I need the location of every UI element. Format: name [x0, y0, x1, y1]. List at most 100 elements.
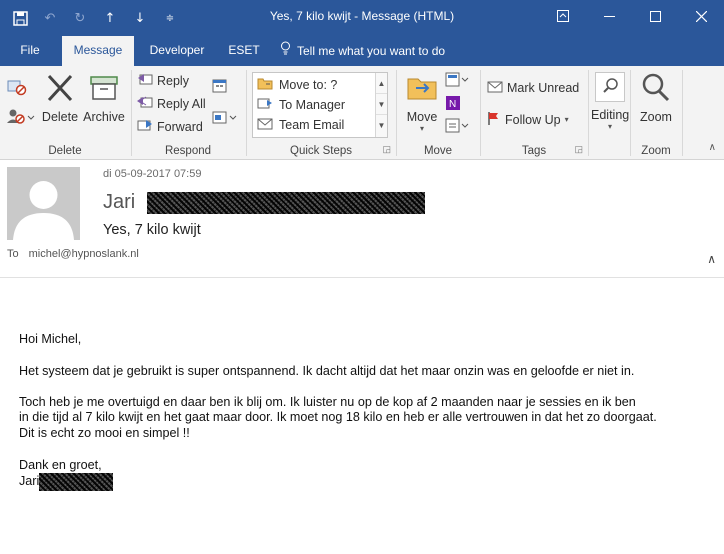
- quick-step-team-email[interactable]: Team Email: [257, 115, 344, 135]
- delete-group-label: Delete: [48, 145, 82, 157]
- editing-label: Editing: [591, 108, 630, 122]
- message-header: di 05-09-2017 07:59 Jari Yes, 7 kilo kwi…: [0, 160, 724, 278]
- reply-all-button[interactable]: Reply All: [137, 95, 206, 112]
- window-controls: [540, 0, 724, 32]
- next-item-icon[interactable]: ↓: [130, 8, 150, 28]
- body-line-3: in die tijd al 7 kilo kwijt en het gaat …: [19, 410, 657, 424]
- save-icon[interactable]: [10, 8, 30, 28]
- tell-me-search[interactable]: Tell me what you want to do: [280, 36, 460, 66]
- follow-up-dropdown-icon: ▾: [564, 115, 569, 124]
- previous-item-icon[interactable]: ↑: [100, 8, 120, 28]
- onenote-icon: N: [445, 95, 461, 114]
- more-respond-button[interactable]: [212, 110, 238, 129]
- tab-eset[interactable]: ESET: [222, 36, 266, 66]
- sender[interactable]: Jari: [103, 191, 426, 214]
- delete-group: Delete Archive Delete: [0, 66, 130, 160]
- reply-label: Reply: [157, 73, 189, 88]
- quick-steps-label: Quick Steps: [290, 145, 352, 157]
- zoom-label: Zoom: [640, 110, 672, 124]
- separator: [682, 70, 683, 156]
- find-icon: [595, 72, 625, 102]
- mark-unread-button[interactable]: Mark Unread: [487, 80, 579, 96]
- recipient-line: To michel@hypnoslank.nl: [7, 248, 139, 260]
- avatar: [7, 167, 80, 240]
- forward-mail-icon: [257, 97, 273, 113]
- quick-steps-scroll[interactable]: ▲ ▼ ▼: [375, 73, 387, 137]
- meeting-button[interactable]: [212, 78, 230, 97]
- quick-steps-launcher-icon[interactable]: ◲: [382, 144, 391, 155]
- maximize-icon[interactable]: [632, 0, 678, 32]
- move-group: Move ▾ N Move: [397, 66, 479, 160]
- follow-up-button[interactable]: Follow Up ▾: [487, 111, 569, 128]
- body-line-4: Dit is echt zo mooi en simpel !!: [19, 426, 190, 440]
- move-label: Move: [406, 110, 438, 124]
- tab-message[interactable]: Message: [62, 36, 134, 66]
- archive-icon: [88, 72, 120, 104]
- junk-icon: [7, 108, 35, 127]
- svg-text:N: N: [449, 99, 456, 110]
- reply-button[interactable]: Reply: [137, 72, 189, 89]
- tags-launcher-icon[interactable]: ◲: [574, 144, 583, 155]
- collapse-header-icon[interactable]: ∧: [707, 252, 716, 266]
- ribbon-display-options-icon[interactable]: [540, 0, 586, 32]
- archive-button[interactable]: Archive: [82, 72, 126, 124]
- reply-all-label: Reply All: [157, 96, 206, 111]
- quick-step-to-manager-label: To Manager: [279, 98, 346, 112]
- minimize-icon[interactable]: [586, 0, 632, 32]
- close-icon[interactable]: [678, 0, 724, 32]
- expand-gallery-icon[interactable]: ▼: [376, 115, 387, 136]
- mark-unread-label: Mark Unread: [507, 81, 580, 95]
- tags-group: Mark Unread Follow Up ▾ Tags ◲: [481, 66, 587, 160]
- rules-button[interactable]: [445, 72, 471, 91]
- to-label: To: [7, 248, 19, 260]
- move-folder-icon: [406, 72, 438, 104]
- forward-icon: [137, 118, 153, 135]
- zoom-button[interactable]: Zoom: [635, 72, 677, 124]
- quick-step-move-to[interactable]: Move to: ?: [257, 75, 337, 95]
- signature-name: Jari: [19, 474, 40, 489]
- move-button[interactable]: Move ▾: [401, 72, 443, 133]
- archive-label: Archive: [83, 110, 125, 124]
- ribbon: Delete Archive Delete Reply Reply All Fo…: [0, 66, 724, 160]
- tags-group-label: Tags: [521, 145, 547, 157]
- redo-icon[interactable]: ↻: [70, 8, 90, 28]
- redacted-sender-block: [147, 191, 426, 214]
- forward-label: Forward: [157, 119, 203, 134]
- quick-steps-gallery: Move to: ? To Manager Team Email ▲ ▼ ▼: [252, 72, 388, 138]
- scroll-down-icon[interactable]: ▼: [376, 94, 387, 115]
- forward-button[interactable]: Forward: [137, 118, 203, 135]
- respond-group: Reply Reply All Forward Respond: [132, 66, 244, 160]
- junk-button[interactable]: [7, 108, 35, 127]
- folder-arrow-icon: [257, 77, 273, 93]
- undo-icon[interactable]: ↶: [40, 8, 60, 28]
- subject: Yes, 7 kilo kwijt: [103, 222, 201, 238]
- scroll-up-icon[interactable]: ▲: [376, 73, 387, 94]
- magnifier-icon: [640, 72, 672, 104]
- delete-button[interactable]: Delete: [40, 72, 80, 124]
- quick-step-to-manager[interactable]: To Manager: [257, 95, 345, 115]
- meeting-icon: [212, 78, 230, 97]
- tab-file[interactable]: File: [10, 36, 50, 66]
- delete-label: Delete: [41, 110, 79, 124]
- message-body: Hoi Michel, Het systeem dat je gebruikt …: [0, 278, 724, 554]
- collapse-ribbon-icon[interactable]: ∧: [709, 142, 716, 153]
- rules-icon: [445, 72, 471, 91]
- reply-all-icon: [137, 95, 153, 112]
- body-greeting: Hoi Michel,: [19, 332, 82, 346]
- actions-icon: [445, 118, 471, 137]
- customize-qat-icon[interactable]: ≑: [160, 8, 180, 28]
- actions-button[interactable]: [445, 118, 471, 137]
- editing-group: Editing ▾: [589, 66, 629, 160]
- zoom-group-label: Zoom: [641, 145, 671, 157]
- tab-developer[interactable]: Developer: [142, 36, 212, 66]
- ignore-button[interactable]: [7, 78, 27, 99]
- onenote-button[interactable]: N: [445, 95, 461, 114]
- respond-group-label: Respond: [164, 145, 212, 157]
- title-bar: ↶ ↻ ↑ ↓ ≑ Yes, 7 kilo kwijt - Message (H…: [0, 0, 724, 36]
- ignore-icon: [7, 78, 27, 99]
- zoom-group: Zoom Zoom: [631, 66, 681, 160]
- editing-button[interactable]: Editing ▾: [591, 72, 629, 131]
- sent-date: di 05-09-2017 07:59: [103, 168, 202, 180]
- recipient-address[interactable]: michel@hypnoslank.nl: [29, 248, 139, 260]
- sender-name: Jari: [103, 191, 136, 213]
